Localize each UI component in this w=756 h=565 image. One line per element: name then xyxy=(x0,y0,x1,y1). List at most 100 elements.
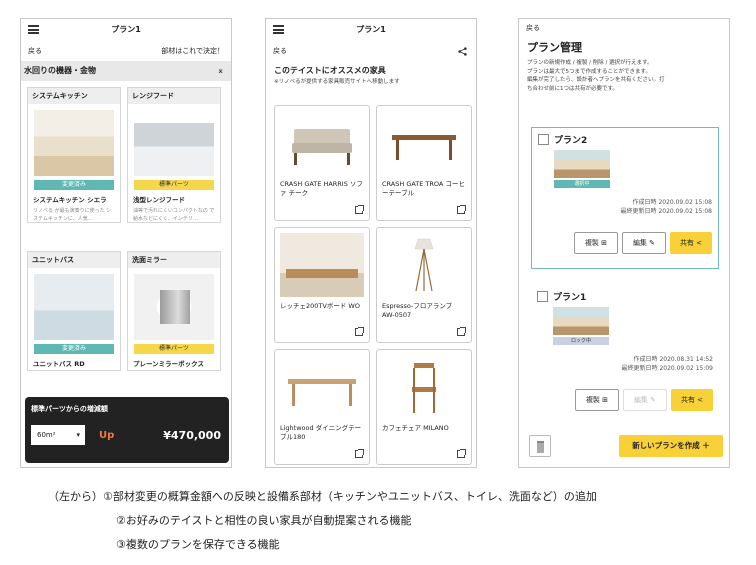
edit-button-disabled: 編集 ✎ xyxy=(623,389,667,411)
furniture-card[interactable]: CRASH GATE HARRIS ソファ チーク xyxy=(274,105,370,221)
size-select[interactable]: 60m² xyxy=(31,425,85,445)
plan-status-badge: 選択中 xyxy=(554,180,610,188)
part-category: システムキッチン xyxy=(28,88,120,104)
menu-icon[interactable] xyxy=(273,25,284,34)
share-icon[interactable] xyxy=(457,47,468,56)
share-button[interactable]: 共有 < xyxy=(671,389,713,411)
suggestion-header: このテイストにオススメの家具 ※リノベるが提供する家具販売サイトへ移動します xyxy=(266,61,476,85)
part-card[interactable]: システムキッチン 変更済み システムキッチン シエラ リノベる が最も演奏りに使… xyxy=(27,87,121,223)
screen-plan-management: 戻る プラン管理 プランの新規作成 / 複製 / 削除 / 選択が行えます。 プ… xyxy=(518,18,730,468)
status-badge: 変更済み xyxy=(34,180,114,190)
share-label: 共有 xyxy=(680,396,695,404)
status-badge: 標準パーツ xyxy=(134,344,214,354)
furniture-name: Espresso-フロアランプ AW-0507 xyxy=(382,302,453,319)
furniture-card[interactable]: カフェチェア MILANO xyxy=(376,349,472,465)
cost-diff-title: 標準パーツからの増減額 xyxy=(31,405,108,413)
screen-plan-materials: プラン1 戻る 部材はこれで決定！ 水回りの機器・金物 ⌅ システムキッチン 変… xyxy=(20,18,232,468)
share-button[interactable]: 共有 < xyxy=(670,232,712,254)
plan-checkbox[interactable] xyxy=(537,291,548,302)
furniture-card[interactable]: レッチェ200TVボード WO xyxy=(274,227,370,343)
description-line: ち合わせ前に1つは共有が必要です。 xyxy=(527,85,618,92)
edit-label: 編集 xyxy=(632,239,647,247)
part-category: 洗面ミラー xyxy=(128,252,220,268)
furniture-card[interactable]: Lightwood ダイニングテーブル180 xyxy=(274,349,370,465)
back-link[interactable]: 戻る xyxy=(273,47,287,55)
part-card[interactable]: 洗面ミラー 標準パーツ プレーンミラーボックス xyxy=(127,251,221,371)
external-link-icon[interactable] xyxy=(457,449,466,458)
updated-at: 最終更新日時 2020.09.02 15:08 xyxy=(620,208,712,215)
sofa-image xyxy=(280,111,364,175)
plan-thumbnail xyxy=(553,307,609,335)
status-badge: 標準パーツ xyxy=(134,180,214,190)
plan-name: プラン2 xyxy=(554,136,588,146)
page-title: プラン1 xyxy=(111,25,141,34)
external-link-icon[interactable] xyxy=(457,205,466,214)
kitchen-image xyxy=(34,110,114,176)
mirror-image xyxy=(134,274,214,340)
cost-diff-panel: 標準パーツからの増減額 60m² Up ¥470,000 xyxy=(25,397,229,463)
plan-actions: 複製 ⊞ 編集 ✎ 共有 < xyxy=(574,232,712,254)
plan-thumbnail xyxy=(554,150,610,178)
title-bar: プラン1 xyxy=(21,19,231,41)
dining-table-image xyxy=(280,355,364,419)
status-badge: 変更済み xyxy=(34,344,114,354)
furniture-name: CRASH GATE HARRIS ソファ チーク xyxy=(280,180,363,197)
sub-bar: 戻る 部材はこれで決定！ xyxy=(21,41,231,61)
coffee-table-image xyxy=(382,111,466,175)
part-description: リノベる が最も演奏りに使った システムキッチンに、人気… xyxy=(33,208,112,222)
updated-at: 最終更新日時 2020.09.02 15:09 xyxy=(621,365,713,372)
external-link-icon[interactable] xyxy=(355,327,364,336)
external-link-icon[interactable] xyxy=(457,327,466,336)
furniture-card[interactable]: CRASH GATE TROA コーヒーテーブル xyxy=(376,105,472,221)
part-card[interactable]: ユニットバス 変更済み ユニットバス RD xyxy=(27,251,121,371)
plan-card-selected[interactable]: プラン2 選択中 作成日時 2020.09.02 15:08 最終更新日時 20… xyxy=(531,127,719,269)
floor-lamp-image xyxy=(382,233,466,297)
edit-button[interactable]: 編集 ✎ xyxy=(622,232,666,254)
pencil-icon: ✎ xyxy=(650,396,657,404)
part-card[interactable]: レンジフード 標準パーツ 浅型レンジフード 油等で汚れにくいコンパクトなの で給… xyxy=(127,87,221,223)
back-link[interactable]: 戻る xyxy=(526,24,540,32)
external-link-icon[interactable] xyxy=(355,449,364,458)
description-line: プランの新規作成 / 複製 / 削除 / 選択が行えます。 xyxy=(527,60,653,66)
copy-label: 複製 xyxy=(585,396,600,404)
part-name: 浅型レンジフード xyxy=(133,196,185,204)
plan-actions: 複製 ⊞ 編集 ✎ 共有 < xyxy=(575,389,713,411)
decide-link[interactable]: 部材はこれで決定！ xyxy=(161,41,224,61)
copy-icon: ⊞ xyxy=(601,239,608,247)
new-plan-button[interactable]: 新しいプランを作成 ＋ xyxy=(619,435,723,457)
copy-label: 複製 xyxy=(584,239,599,247)
collapse-icon[interactable]: ⌅ xyxy=(217,61,224,81)
furniture-name: カフェチェア MILANO xyxy=(382,424,449,432)
plan-name: プラン1 xyxy=(553,293,587,303)
copy-button[interactable]: 複製 ⊞ xyxy=(575,389,619,411)
trash-icon[interactable] xyxy=(529,435,551,457)
copy-button[interactable]: 複製 ⊞ xyxy=(574,232,618,254)
description-line: 編集が完了したら、設計者へプランを共有ください。打 xyxy=(527,77,665,83)
category-header[interactable]: 水回りの機器・金物 ⌅ xyxy=(21,61,231,81)
bath-image xyxy=(34,274,114,340)
created-at: 作成日時 2020.08.31 14:52 xyxy=(633,356,713,363)
part-category: レンジフード xyxy=(128,88,220,104)
sub-bar: 戻る xyxy=(519,19,729,37)
plan-dates: 作成日時 2020.09.02 15:08 最終更新日時 2020.09.02 … xyxy=(621,198,712,216)
chair-image xyxy=(382,355,466,419)
plan-checkbox[interactable] xyxy=(538,134,549,145)
share-label: 共有 xyxy=(679,239,694,247)
created-at: 作成日時 2020.09.02 15:08 xyxy=(632,199,712,206)
menu-icon[interactable] xyxy=(28,25,39,34)
page-title: プラン1 xyxy=(356,25,386,34)
furniture-card[interactable]: Espresso-フロアランプ AW-0507 xyxy=(376,227,472,343)
plan-dates: 作成日時 2020.08.31 14:52 最終更新日時 2020.09.02 … xyxy=(622,355,713,373)
title-bar: プラン1 xyxy=(266,19,476,41)
suggestion-note: ※リノベるが提供する家具販売サイトへ移動します xyxy=(274,79,400,85)
suggestion-title: このテイストにオススメの家具 xyxy=(274,66,386,75)
furniture-name: Lightwood ダイニングテーブル180 xyxy=(280,424,362,441)
pencil-icon: ✎ xyxy=(649,239,656,247)
back-link[interactable]: 戻る xyxy=(28,47,42,55)
plan-card[interactable]: プラン1 ロック中 作成日時 2020.08.31 14:52 最終更新日時 2… xyxy=(531,287,719,419)
part-description: 油等で汚れにくいコンパクトなの で給水などにくく、インテリ… xyxy=(133,208,215,222)
category-title: 水回りの機器・金物 xyxy=(24,66,96,75)
external-link-icon[interactable] xyxy=(355,205,364,214)
furniture-name: CRASH GATE TROA コーヒーテーブル xyxy=(382,180,465,197)
share-icon: < xyxy=(696,239,703,247)
